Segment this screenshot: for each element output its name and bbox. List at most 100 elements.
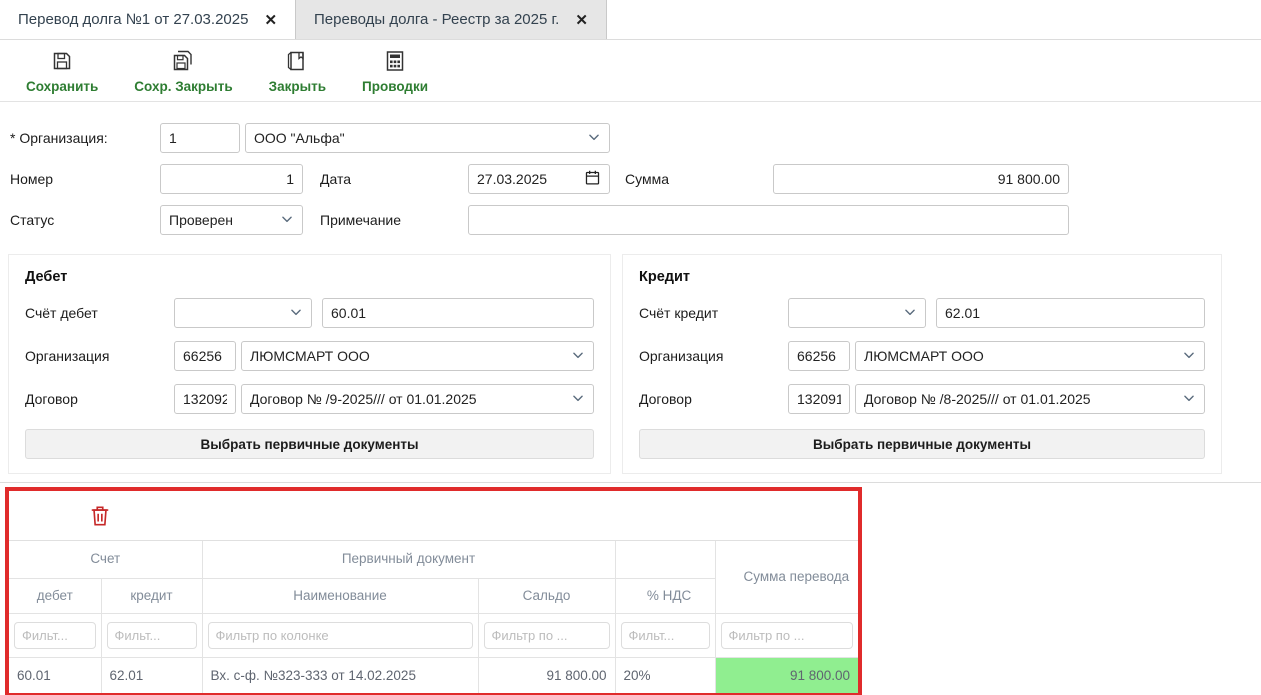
chevron-down-icon [571,391,585,408]
chevron-down-icon [289,305,303,322]
filter-credit-input[interactable] [107,622,197,649]
column-header-credit[interactable]: кредит [101,578,202,613]
debit-organization-code-input[interactable] [174,341,236,371]
credit-title: Кредит [639,269,1205,285]
tab-label: Переводы долга - Реестр за 2025 г. [314,11,559,28]
credit-contract-label: Договор [639,391,788,407]
chevron-down-icon [587,130,601,147]
cell-balance: 91 800.00 [478,657,615,693]
credit-pick-primary-docs-button[interactable]: Выбрать первичные документы [639,429,1205,459]
postings-button[interactable]: Проводки [362,49,428,94]
tab-debt-transfer-registry[interactable]: Переводы долга - Реестр за 2025 г. ✕ [296,0,607,39]
date-input[interactable]: 27.03.2025 [468,164,610,194]
number-input[interactable] [160,164,303,194]
credit-organization-label: Организация [639,348,788,364]
save-button[interactable]: Сохранить [26,49,98,94]
save-and-close-button[interactable]: Сохр. Закрыть [134,49,232,94]
table-toolbar [9,491,858,541]
save-and-close-button-label: Сохр. Закрыть [134,79,232,94]
organization-select[interactable]: ООО "Альфа" [245,123,610,153]
close-document-icon [285,49,309,76]
filter-balance-input[interactable] [484,622,610,649]
credit-contract-select[interactable]: Договор № /8-2025/// от 01.01.2025 [855,384,1205,414]
delete-row-button[interactable] [89,504,111,531]
close-button[interactable]: Закрыть [269,49,326,94]
credit-organization-code-input[interactable] [788,341,850,371]
debit-account-label: Счёт дебет [25,305,174,321]
chevron-down-icon [1182,391,1196,408]
debit-credit-panels: Дебет Счёт дебет Организация ЛЮМСМАРТ ОО… [0,254,1261,474]
debit-account-select[interactable] [174,298,312,328]
debit-title: Дебет [25,269,594,285]
chevron-down-icon [571,348,585,365]
debit-organization-select-value: ЛЮМСМАРТ ООО [250,348,370,364]
credit-account-label: Счёт кредит [639,305,788,321]
chevron-down-icon [903,305,917,322]
status-select-value: Проверен [169,212,233,228]
close-icon[interactable]: ✕ [264,11,277,29]
filter-transfer-amount-input[interactable] [721,622,853,649]
filter-debit-input[interactable] [14,622,96,649]
column-header-balance[interactable]: Сальдо [478,578,615,613]
credit-account-input[interactable] [936,298,1205,328]
organization-select-value: ООО "Альфа" [254,130,345,146]
credit-account-select[interactable] [788,298,926,328]
date-label: Дата [320,171,468,187]
tab-bar: Перевод долга №1 от 27.03.2025 ✕ Перевод… [0,0,1261,40]
credit-panel: Кредит Счёт кредит Организация ЛЮМСМАРТ … [622,254,1222,474]
column-header-transfer-amount[interactable]: Сумма перевода [715,541,858,613]
filter-name-input[interactable] [208,622,473,649]
toolbar: Сохранить Сохр. Закрыть Закрыть Проводки [0,40,1261,102]
postings-button-label: Проводки [362,79,428,94]
tab-debt-transfer-document[interactable]: Перевод долга №1 от 27.03.2025 ✕ [0,0,296,39]
debit-contract-code-input[interactable] [174,384,236,414]
cell-debit: 60.01 [9,657,101,693]
debit-account-input[interactable] [322,298,594,328]
organization-code-input[interactable] [160,123,240,153]
tab-label: Перевод долга №1 от 27.03.2025 [18,11,248,28]
debit-panel: Дебет Счёт дебет Организация ЛЮМСМАРТ ОО… [8,254,611,474]
column-header-vat[interactable]: % НДС [615,578,715,613]
credit-contract-code-input[interactable] [788,384,850,414]
close-icon[interactable]: ✕ [575,11,588,29]
debit-pick-primary-docs-button[interactable]: Выбрать первичные документы [25,429,594,459]
date-value: 27.03.2025 [477,171,547,187]
primary-documents-section: Счет Первичный документ Сумма перевода д… [5,487,862,695]
debit-organization-label: Организация [25,348,174,364]
group-header-primary-document: Первичный документ [202,541,615,578]
debit-contract-select[interactable]: Договор № /9-2025/// от 01.01.2025 [241,384,594,414]
sum-label: Сумма [625,171,773,187]
status-label: Статус [10,212,160,228]
debit-contract-select-value: Договор № /9-2025/// от 01.01.2025 [250,391,477,407]
primary-documents-table: Счет Первичный документ Сумма перевода д… [9,541,858,693]
cell-doc-name: Вх. с-ф. №323-333 от 14.02.2025 [202,657,478,693]
document-header-form: * Организация: ООО "Альфа" Номер Дата 27… [0,102,1261,248]
cell-transfer-amount[interactable]: 91 800.00 [715,657,858,693]
table-row[interactable]: 60.01 62.01 Вх. с-ф. №323-333 от 14.02.2… [9,657,858,693]
close-button-label: Закрыть [269,79,326,94]
save-button-label: Сохранить [26,79,98,94]
note-input[interactable] [468,205,1069,235]
column-header-debit[interactable]: дебет [9,578,101,613]
save-close-icon [171,49,195,76]
calculator-icon [383,49,407,76]
credit-organization-select-value: ЛЮМСМАРТ ООО [864,348,984,364]
organization-label: * Организация: [10,130,160,146]
cell-credit: 62.01 [101,657,202,693]
cell-vat: 20% [615,657,715,693]
chevron-down-icon [1182,348,1196,365]
save-icon [50,49,74,76]
calendar-icon[interactable] [584,169,601,189]
filter-vat-input[interactable] [621,622,710,649]
trash-icon [89,516,111,531]
credit-organization-select[interactable]: ЛЮМСМАРТ ООО [855,341,1205,371]
debit-contract-label: Договор [25,391,174,407]
status-select[interactable]: Проверен [160,205,303,235]
note-label: Примечание [320,212,468,228]
credit-contract-select-value: Договор № /8-2025/// от 01.01.2025 [864,391,1091,407]
section-divider [0,482,1261,483]
sum-input[interactable] [773,164,1069,194]
column-header-name[interactable]: Наименование [202,578,478,613]
debit-organization-select[interactable]: ЛЮМСМАРТ ООО [241,341,594,371]
group-header-empty [615,541,715,578]
